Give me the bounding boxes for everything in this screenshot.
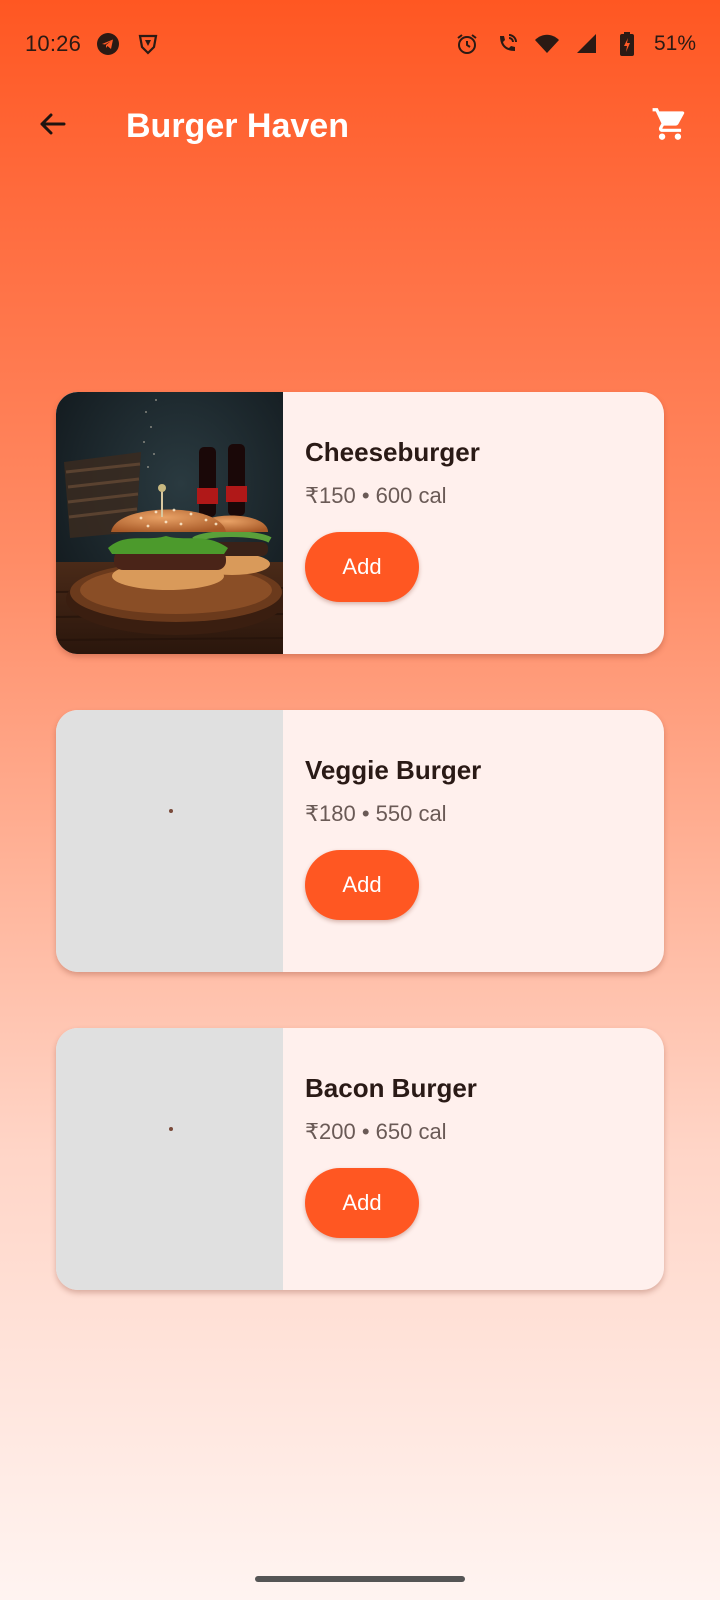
card-body: Veggie Burger ₹180 • 550 cal Add (283, 710, 664, 972)
page-title: Burger Haven (126, 107, 349, 145)
arrow-back-icon (36, 108, 68, 145)
burger-photo (56, 392, 286, 654)
status-time: 10:26 (25, 31, 82, 56)
item-price-calories: ₹180 • 550 cal (305, 801, 447, 826)
menu-list: Cheeseburger ₹150 • 600 cal Add Veggie B… (56, 392, 664, 1346)
item-name: Bacon Burger (305, 1073, 477, 1103)
vpn-shield-icon (135, 31, 161, 57)
menu-card[interactable]: Bacon Burger ₹200 • 650 cal Add (56, 1028, 664, 1290)
card-body: Cheeseburger ₹150 • 600 cal Add (283, 392, 664, 654)
telegram-icon (95, 31, 121, 57)
add-button[interactable]: Add (305, 850, 419, 920)
status-bar: 10:26 51% (0, 0, 720, 88)
battery-charging-icon (614, 31, 640, 57)
wifi-icon (534, 31, 560, 57)
alarm-icon (454, 31, 480, 57)
item-price-calories: ₹150 • 600 cal (305, 483, 447, 508)
home-indicator[interactable] (255, 1576, 465, 1582)
item-price-calories: ₹200 • 650 cal (305, 1119, 447, 1144)
cheeseburger-image (56, 392, 286, 654)
back-button[interactable] (28, 102, 76, 150)
wifi-call-icon (494, 31, 520, 57)
signal-icon (574, 31, 600, 57)
battery-percent: 51% (653, 32, 696, 55)
bacon-burger-image-placeholder (56, 1028, 283, 1290)
loading-indicator (169, 1127, 173, 1131)
add-button[interactable]: Add (305, 1168, 419, 1238)
veggie-burger-image-placeholder (56, 710, 283, 972)
shopping-cart-icon (651, 105, 689, 148)
item-name: Cheeseburger (305, 437, 480, 467)
card-body: Bacon Burger ₹200 • 650 cal Add (283, 1028, 664, 1290)
app-bar: Burger Haven (0, 88, 720, 164)
add-button[interactable]: Add (305, 532, 419, 602)
item-name: Veggie Burger (305, 755, 482, 785)
menu-card[interactable]: Cheeseburger ₹150 • 600 cal Add (56, 392, 664, 654)
menu-card[interactable]: Veggie Burger ₹180 • 550 cal Add (56, 710, 664, 972)
cart-button[interactable] (646, 102, 694, 150)
loading-indicator (169, 809, 173, 813)
